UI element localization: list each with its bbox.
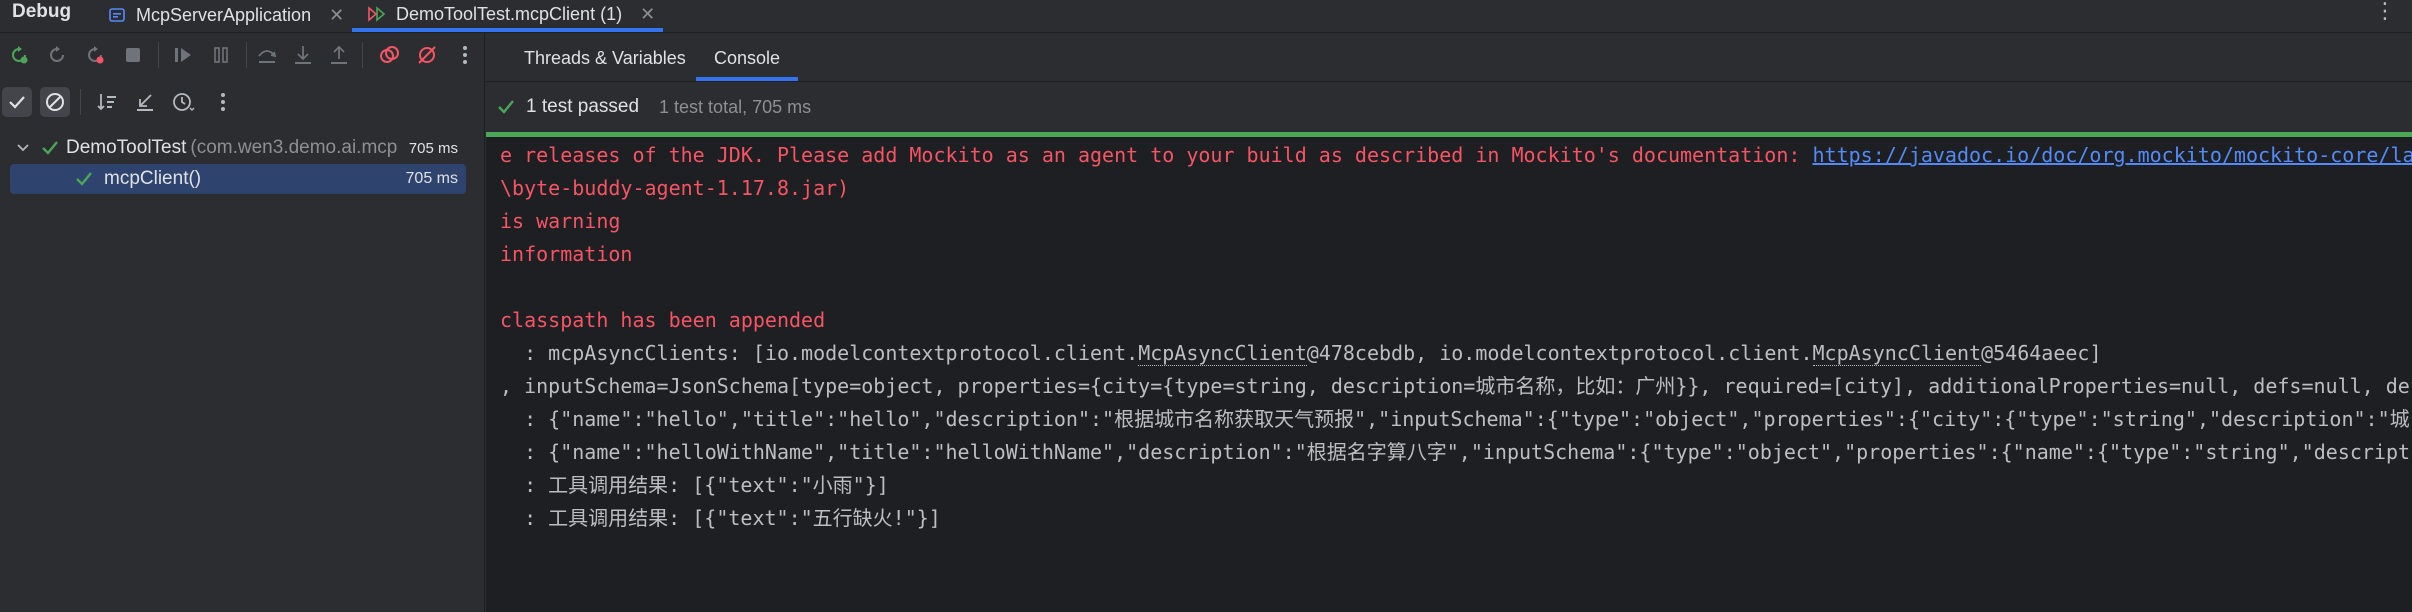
step-into-icon[interactable] (288, 40, 318, 70)
toolbar-separator (246, 42, 247, 68)
run-tab-demotooltest[interactable]: DemoToolTest.mcpClient (1) ✕ (352, 0, 664, 32)
test-method-name: mcpClient() (104, 168, 202, 189)
left-panel: DemoToolTest (com.wen3.demo.ai.mcp 705 m… (0, 33, 485, 612)
mute-breakpoints-icon[interactable] (412, 40, 442, 70)
step-over-icon[interactable] (252, 40, 282, 70)
show-passed-icon[interactable] (2, 87, 32, 117)
tree-item-demotooltest[interactable]: DemoToolTest (com.wen3.demo.ai.mcp 705 m… (10, 133, 466, 163)
tool-window-title: Debug (12, 1, 72, 22)
test-run-icon (366, 5, 386, 23)
right-panel: Threads & Variables Console 1 test passe… (486, 33, 2412, 612)
run-tab-label: McpServerApplication (136, 4, 312, 25)
pause-icon[interactable] (206, 40, 236, 70)
console-line: \byte-buddy-agent-1.17.8.jar) (500, 176, 850, 200)
run-tab-label: DemoToolTest.mcpClient (1) (396, 3, 623, 24)
passed-check-icon (74, 170, 94, 188)
sort-icon[interactable] (92, 87, 122, 117)
collapse-icon[interactable] (130, 87, 160, 117)
console-line: : mcpAsyncClients: [io.modelcontextproto… (500, 341, 2102, 366)
stop-icon[interactable] (118, 40, 148, 70)
close-icon[interactable]: ✕ (329, 5, 344, 26)
test-toolbar (0, 83, 484, 127)
documentation-link[interactable]: https://javadoc.io/doc/org.mockito/mocki… (1812, 143, 2412, 167)
tree-item-mcpclient[interactable]: mcpClient() 705 ms (10, 164, 466, 194)
passed-check-icon (496, 98, 516, 116)
console-line: classpath has been appended (500, 308, 826, 332)
status-summary: 1 test passed (526, 96, 640, 117)
debug-toolbar (0, 33, 484, 77)
test-duration: 705 ms (405, 170, 458, 187)
console-line: : 工具调用结果: [{"text":"五行缺火!"}] (500, 506, 941, 530)
tab-threads-variables[interactable]: Threads & Variables (524, 33, 686, 77)
chevron-down-icon[interactable] (16, 141, 30, 155)
run-tab-mcp-server-application[interactable]: McpServerApplication ✕ (108, 0, 344, 30)
console-line: e releases of the JDK. Please add Mockit… (500, 139, 2412, 171)
console-line: : {"name":"hello","title":"hello","descr… (500, 407, 2410, 431)
toolbar-separator (362, 42, 363, 68)
rerun-failed-icon[interactable] (80, 40, 110, 70)
test-duration: 705 ms (408, 139, 458, 157)
restart-icon[interactable] (42, 40, 72, 70)
app-config-icon (108, 6, 126, 24)
console-line: is warning (500, 209, 621, 233)
more-icon[interactable] (450, 40, 480, 70)
rerun-icon[interactable] (4, 40, 34, 70)
step-out-icon[interactable] (324, 40, 354, 70)
show-ignored-icon[interactable] (40, 87, 70, 117)
toolbar-separator (80, 89, 81, 115)
resume-icon[interactable] (168, 40, 198, 70)
console-line: : {"name":"helloWithName","title":"hello… (500, 440, 2411, 464)
test-status-bar: 1 test passed 1 test total, 705 ms (486, 82, 2412, 132)
status-detail: 1 test total, 705 ms (659, 96, 812, 117)
tab-console[interactable]: Console (696, 33, 799, 81)
tool-window-header: Debug McpServerApplication ✕ DemoToolTes… (0, 0, 2412, 33)
view-breakpoints-icon[interactable] (374, 40, 404, 70)
console-line: information (500, 242, 633, 266)
test-class-package: (com.wen3.demo.ai.mcp (190, 137, 398, 158)
toolbar-separator (158, 42, 159, 68)
history-icon[interactable] (168, 87, 198, 117)
more-vertical-icon[interactable]: ⋮ (2374, 0, 2396, 22)
test-class-name: DemoToolTest (66, 137, 187, 158)
close-icon[interactable]: ✕ (640, 4, 655, 25)
console-line: , inputSchema=JsonSchema[type=object, pr… (500, 374, 2412, 398)
console-output[interactable]: e releases of the JDK. Please add Mockit… (486, 137, 2412, 612)
panel-tabs: Threads & Variables Console (486, 33, 2412, 82)
console-line: : 工具调用结果: [{"text":"小雨"}] (500, 473, 889, 497)
more-icon[interactable] (208, 87, 238, 117)
passed-check-icon (40, 139, 60, 157)
